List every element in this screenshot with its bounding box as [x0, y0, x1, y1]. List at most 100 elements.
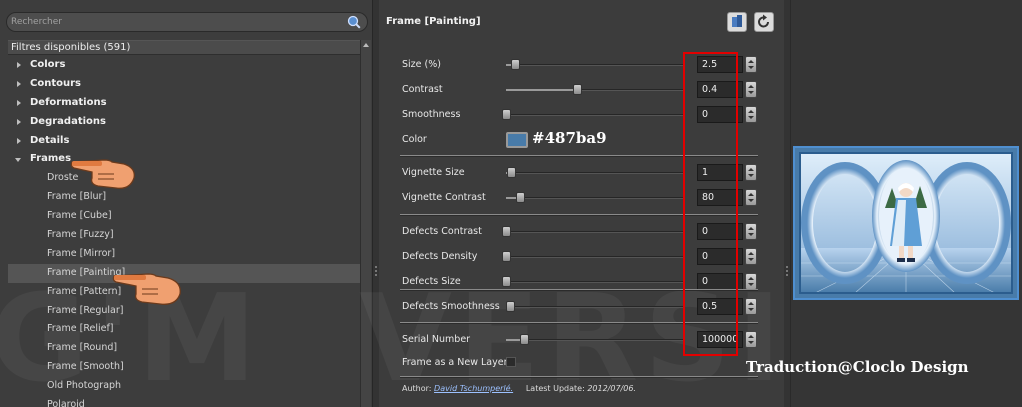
search-box[interactable] [6, 12, 368, 32]
spin-up-icon[interactable] [748, 110, 754, 113]
expanded-arrow-icon[interactable] [15, 158, 21, 163]
param-slider[interactable] [502, 109, 684, 120]
color-swatch-button[interactable] [506, 132, 528, 148]
tree-item[interactable]: Frame [Mirror] [8, 245, 360, 264]
pointing-hand-icon [112, 273, 181, 305]
param-label: Vignette Size [402, 167, 465, 178]
search-icon[interactable] [347, 15, 361, 29]
param-slider[interactable] [506, 167, 684, 178]
tree-item[interactable]: Old Photograph [8, 377, 360, 396]
tree-category[interactable]: Details [8, 132, 360, 151]
tree-item[interactable]: Frame [Cube] [8, 207, 360, 226]
spin-down-icon[interactable] [748, 308, 754, 311]
collapsed-arrow-icon[interactable] [17, 80, 21, 87]
slider-thumb[interactable] [573, 84, 583, 95]
copy-to-clipboard-button[interactable] [727, 12, 747, 32]
param-label: Defects Smoothness [402, 301, 500, 312]
search-input[interactable] [11, 15, 341, 29]
collapsed-arrow-icon[interactable] [17, 62, 21, 68]
collapsed-arrow-icon[interactable] [17, 118, 21, 125]
tree-item[interactable]: Frame [Relief] [8, 320, 360, 339]
spin-down-icon[interactable] [748, 174, 754, 177]
copy-icon [732, 15, 742, 27]
spin-down-icon[interactable] [748, 233, 754, 236]
slider-thumb[interactable] [502, 276, 511, 287]
param-slider[interactable] [502, 276, 684, 287]
slider-thumb[interactable] [505, 301, 515, 312]
tree-label: Frame [Relief] [47, 323, 114, 335]
author-link[interactable]: David Tschumperlé. [434, 384, 513, 393]
tree-category[interactable]: Contours [8, 75, 360, 94]
collapsed-arrow-icon[interactable] [17, 137, 21, 144]
spinner-button[interactable] [745, 106, 757, 123]
pointing-hand-icon [70, 159, 135, 189]
tree-label: Frame [Round] [47, 342, 118, 354]
spin-up-icon[interactable] [748, 277, 754, 280]
spin-up-icon[interactable] [748, 168, 754, 171]
param-slider[interactable] [506, 192, 684, 203]
spinner-button[interactable] [745, 223, 757, 240]
spin-up-icon[interactable] [748, 60, 754, 63]
slider-thumb[interactable] [510, 59, 520, 70]
tree-item[interactable]: Frame [Fuzzy] [8, 226, 360, 245]
spin-down-icon[interactable] [748, 199, 754, 202]
param-label: Frame as a New Layer [402, 357, 508, 368]
tree-category[interactable]: Frames [8, 150, 360, 169]
slider-thumb[interactable] [502, 251, 511, 262]
tree-item[interactable]: Droste [8, 169, 360, 188]
spinner-button[interactable] [745, 164, 757, 181]
spinner-button[interactable] [745, 331, 757, 348]
filter-panel: G'M Filtres disponibles (591) ColorsCont… [0, 0, 373, 407]
slider-thumb[interactable] [502, 109, 511, 120]
reset-button[interactable] [754, 12, 774, 32]
spinner-button[interactable] [745, 273, 757, 290]
param-slider[interactable] [505, 301, 684, 312]
spin-down-icon[interactable] [748, 258, 754, 261]
tree-item[interactable]: Polaroid [8, 396, 360, 407]
collapsed-arrow-icon[interactable] [17, 99, 21, 106]
spin-up-icon[interactable] [748, 302, 754, 305]
tree-item[interactable]: Frame [Round] [8, 339, 360, 358]
param-slider[interactable] [502, 226, 684, 237]
spin-up-icon[interactable] [748, 227, 754, 230]
spin-down-icon[interactable] [748, 66, 754, 69]
tree-label: Frame [Mirror] [47, 247, 116, 259]
tree-label: Frame [Smooth] [47, 361, 124, 373]
param-label: Serial Number [402, 334, 471, 345]
spin-down-icon[interactable] [748, 116, 754, 119]
spin-up-icon[interactable] [748, 85, 754, 88]
new-layer-checkbox[interactable] [506, 357, 516, 367]
param-label: Defects Contrast [402, 226, 482, 237]
slider-thumb[interactable] [507, 167, 517, 178]
tree-label: Frame [Cube] [47, 210, 112, 222]
tree-category[interactable]: Degradations [8, 113, 360, 132]
spinner-button[interactable] [745, 298, 757, 315]
spin-down-icon[interactable] [748, 283, 754, 286]
spinner-button[interactable] [745, 81, 757, 98]
tree-category[interactable]: Deformations [8, 94, 360, 113]
param-slider[interactable] [506, 59, 684, 70]
section-divider [400, 376, 758, 378]
tree-label: Old Photograph [47, 380, 122, 392]
param-slider[interactable] [506, 334, 684, 345]
spin-down-icon[interactable] [748, 341, 754, 344]
spinner-button[interactable] [745, 56, 757, 73]
spin-down-icon[interactable] [748, 91, 754, 94]
tree-item[interactable]: Frame [Blur] [8, 188, 360, 207]
param-slider[interactable] [506, 84, 684, 95]
param-slider[interactable] [502, 251, 684, 262]
spin-up-icon[interactable] [748, 193, 754, 196]
spin-up-icon[interactable] [748, 252, 754, 255]
slider-thumb[interactable] [519, 334, 529, 345]
scroll-up-icon[interactable] [363, 43, 369, 47]
preview-frame-graphic [795, 148, 1017, 298]
spinner-button[interactable] [745, 248, 757, 265]
slider-thumb[interactable] [516, 192, 526, 203]
param-label: Defects Size [402, 276, 461, 287]
spinner-button[interactable] [745, 189, 757, 206]
preview-image[interactable] [793, 146, 1019, 300]
tree-category[interactable]: Colors [8, 56, 360, 75]
tree-item[interactable]: Frame [Smooth] [8, 358, 360, 377]
spin-up-icon[interactable] [748, 335, 754, 338]
slider-thumb[interactable] [502, 226, 511, 237]
